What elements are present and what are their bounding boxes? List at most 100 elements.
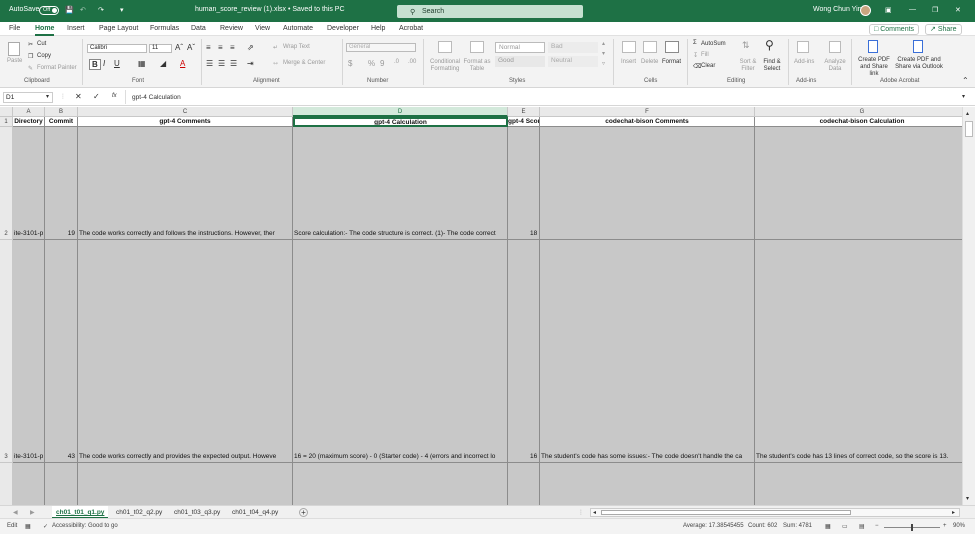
wrap-text-icon[interactable]: ↵ [273, 44, 278, 51]
share-button[interactable]: ↗ Share [925, 24, 962, 35]
table-cell[interactable]: 16 [508, 240, 540, 463]
accessibility-status[interactable]: Accessibility: Good to go [52, 523, 118, 529]
minimize-icon[interactable]: — [909, 6, 916, 13]
align-top-icon[interactable]: ≡ [206, 43, 211, 52]
row-header-4[interactable] [0, 463, 13, 505]
next-sheet-icon[interactable]: ▶ [30, 509, 35, 516]
add-sheet-icon[interactable]: + [299, 508, 308, 517]
create-pdf-outlook-button[interactable]: Create PDF and Share via Outlook [895, 57, 943, 71]
column-header-c[interactable]: C [78, 107, 293, 117]
style-good[interactable]: Good [495, 56, 545, 67]
status-average[interactable]: Average: 17.38545455 [683, 523, 744, 529]
menu-formulas[interactable]: Formulas [150, 25, 179, 32]
avatar[interactable] [860, 5, 871, 16]
cut-icon[interactable]: ✂ [28, 41, 33, 48]
select-all-corner[interactable] [0, 107, 13, 117]
merge-center-button[interactable]: Merge & Center [283, 60, 325, 66]
sort-filter-icon[interactable]: ⇅ [742, 40, 750, 51]
align-left-icon[interactable]: ☰ [206, 59, 213, 68]
analyze-data-icon[interactable] [829, 41, 841, 53]
vertical-scrollbar[interactable]: ▴ ▾ [962, 107, 975, 505]
menu-view[interactable]: View [255, 25, 270, 32]
undo-icon[interactable]: ↶ [80, 6, 86, 14]
conditional-formatting-icon[interactable] [438, 41, 452, 53]
expand-formula-icon[interactable]: ▾ [962, 93, 965, 100]
format-as-table-button[interactable]: Format as Table [462, 59, 492, 73]
status-count[interactable]: Count: 602 [748, 523, 777, 529]
bold-icon[interactable]: B [89, 59, 101, 70]
table-cell[interactable]: 18 [508, 127, 540, 240]
align-center-icon[interactable]: ☰ [218, 59, 225, 68]
scroll-right-icon[interactable]: ▸ [952, 509, 955, 516]
create-pdf-link-button[interactable]: Create PDF and Share link [855, 57, 893, 78]
style-normal[interactable]: Normal [495, 42, 545, 53]
table-cell[interactable]: Score calculation:- The code structure i… [293, 127, 508, 240]
macro-record-icon[interactable]: ▦ [25, 523, 31, 530]
menu-insert[interactable]: Insert [67, 25, 85, 32]
redo-icon[interactable]: ↷ [98, 6, 104, 14]
scroll-up-icon[interactable]: ▴ [966, 110, 969, 117]
pdf-outlook-icon[interactable] [913, 40, 923, 53]
zoom-out-icon[interactable]: − [875, 523, 879, 529]
user-name[interactable]: Wong Chun Yin [813, 6, 862, 13]
merge-center-icon[interactable]: ⇿ [273, 60, 278, 67]
delete-cells-icon[interactable] [643, 41, 657, 53]
indent-icon[interactable]: ⇥ [247, 59, 254, 68]
analyze-data-button[interactable]: Analyze Data [824, 59, 846, 73]
font-size-select[interactable]: 11 [149, 44, 172, 53]
table-cell[interactable]: ite-3101-p [13, 127, 45, 240]
close-icon[interactable]: ✕ [955, 6, 961, 14]
menu-home[interactable]: Home [35, 25, 55, 36]
styles-scroll-down-icon[interactable]: ▾ [602, 50, 605, 57]
styles-more-icon[interactable]: ▿ [602, 60, 605, 67]
decrease-font-icon[interactable]: Aˇ [187, 43, 195, 52]
menu-review[interactable]: Review [220, 25, 243, 32]
header-cell-commit[interactable]: Commit [45, 117, 78, 127]
find-select-button[interactable]: Find & Select [760, 59, 784, 73]
ribbon-display-icon[interactable]: ▣ [885, 6, 892, 14]
menu-automate[interactable]: Automate [283, 25, 313, 32]
menu-help[interactable]: Help [371, 25, 385, 32]
comma-icon[interactable]: 9 [380, 59, 384, 68]
copy-button[interactable]: Copy [37, 53, 51, 59]
paste-button[interactable]: Paste [7, 58, 22, 64]
column-header-e[interactable]: E [508, 107, 540, 117]
insert-cells-icon[interactable] [622, 41, 636, 53]
scroll-left-icon[interactable]: ◂ [593, 509, 596, 516]
table-cell[interactable]: The code works correctly and provides th… [78, 240, 293, 463]
prev-sheet-icon[interactable]: ◀ [13, 509, 18, 516]
find-select-icon[interactable]: ⚲ [765, 38, 774, 52]
align-middle-icon[interactable]: ≡ [218, 43, 223, 52]
table-cell[interactable] [13, 463, 45, 505]
formula-content[interactable]: gpt-4 Calculation [132, 94, 181, 101]
borders-icon[interactable]: ▦ [138, 59, 146, 68]
format-painter-button[interactable]: Format Painter [37, 65, 77, 71]
table-cell[interactable] [755, 463, 962, 505]
tab-splitter-icon[interactable]: ⋮ [578, 509, 584, 516]
wrap-text-button[interactable]: Wrap Text [283, 44, 310, 50]
clear-button[interactable]: Clear [701, 63, 715, 69]
horizontal-scrollbar-thumb[interactable] [601, 510, 851, 515]
format-as-table-icon[interactable] [470, 41, 484, 53]
header-cell-codechat-calculation[interactable]: codechat-bison Calculation [755, 117, 962, 127]
search-box[interactable]: ⚲ Search [397, 5, 583, 18]
paste-icon[interactable] [8, 42, 20, 56]
font-color-icon[interactable]: A [180, 59, 185, 68]
addins-button[interactable]: Add-ins [794, 59, 814, 65]
row-header-3[interactable]: 3 [0, 240, 13, 463]
table-cell[interactable]: The student's code has 13 lines of corre… [755, 240, 962, 463]
table-cell[interactable] [45, 463, 78, 505]
scroll-down-icon[interactable]: ▾ [966, 495, 969, 502]
style-bad[interactable]: Bad [548, 42, 598, 53]
column-header-g[interactable]: G [755, 107, 962, 117]
accessibility-icon[interactable]: ✓ [43, 523, 48, 530]
underline-icon[interactable]: U [114, 59, 120, 68]
format-cells-button[interactable]: Format [662, 59, 681, 65]
header-cell-gpt4-comments[interactable]: gpt-4 Comments [78, 117, 293, 127]
header-cell-gpt4-score[interactable]: gpt-4 Score [508, 117, 540, 127]
column-header-d[interactable]: D [293, 107, 508, 117]
table-cell[interactable] [78, 463, 293, 505]
increase-decimal-icon[interactable]: .0 [394, 59, 399, 65]
decrease-decimal-icon[interactable]: .00 [408, 59, 416, 65]
row-header-2[interactable]: 2 [0, 127, 13, 240]
